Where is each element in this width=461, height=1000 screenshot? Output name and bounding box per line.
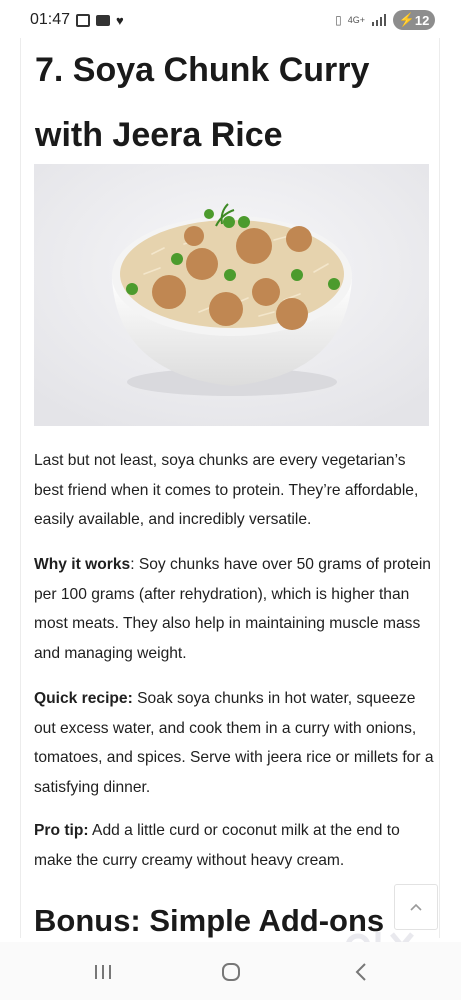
home-button[interactable] bbox=[216, 960, 246, 984]
pro-tip-label: Pro tip: bbox=[34, 822, 89, 839]
signal-icon bbox=[372, 14, 386, 26]
article-card: 7. Soya Chunk Curry with Jeera Rice Last… bbox=[20, 38, 440, 938]
article-title: 7. Soya Chunk Curry with Jeera Rice bbox=[35, 51, 370, 154]
why-it-works-paragraph: Why it works: Soy chunks have over 50 gr… bbox=[34, 550, 436, 668]
recent-apps-icon bbox=[95, 965, 111, 979]
status-left: 01:47 ♥ bbox=[30, 11, 124, 29]
status-right: ▯ 4G+ ⚡ 12 bbox=[335, 10, 435, 30]
quick-recipe-paragraph: Quick recipe: Soak soya chunks in hot wa… bbox=[34, 684, 436, 802]
battery-icon: ⚡ 12 bbox=[393, 10, 435, 30]
screenshot-icon bbox=[76, 13, 91, 27]
intro-paragraph: Last but not least, soya chunks are ever… bbox=[34, 452, 419, 528]
status-bar: 01:47 ♥ ▯ 4G+ ⚡ 12 bbox=[0, 0, 461, 40]
quick-recipe-label: Quick recipe: bbox=[34, 690, 133, 707]
pro-tip-text: Add a little curd or coconut milk at the… bbox=[34, 822, 400, 869]
recent-apps-button[interactable] bbox=[88, 960, 118, 984]
home-icon bbox=[222, 963, 240, 981]
battery-level: 12 bbox=[414, 12, 430, 28]
vibrate-icon: ▯ bbox=[335, 13, 342, 27]
network-type: 4G+ bbox=[347, 15, 365, 25]
youtube-icon bbox=[96, 14, 111, 26]
pro-tip-paragraph: Pro tip: Add a little curd or coconut mi… bbox=[34, 816, 436, 875]
clock: 01:47 bbox=[30, 11, 71, 28]
why-it-works-label: Why it works bbox=[34, 556, 131, 573]
heart-icon: ♥ bbox=[116, 12, 124, 28]
back-button[interactable] bbox=[346, 960, 376, 984]
chevron-up-icon bbox=[410, 903, 422, 911]
back-icon bbox=[355, 963, 366, 981]
navigation-bar bbox=[0, 942, 461, 1000]
soya-rice-photo bbox=[34, 164, 429, 426]
